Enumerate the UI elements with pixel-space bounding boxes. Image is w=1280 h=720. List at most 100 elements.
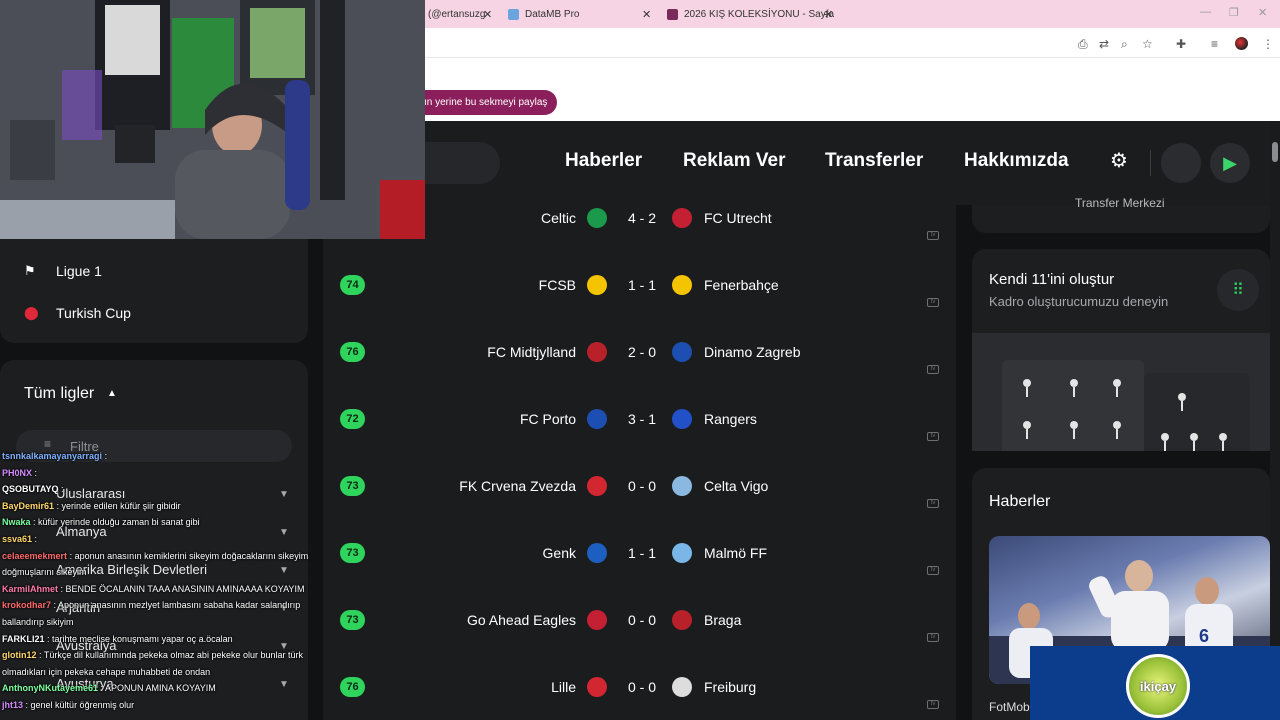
ligue1-icon: ⚑ [24,263,36,278]
tv-icon: tv [927,365,939,374]
caret-up-icon[interactable]: ▲ [107,388,117,399]
all-leagues-toggle[interactable]: Tüm ligler [24,385,94,403]
away-crest-icon [672,543,692,563]
gear-icon[interactable]: ⚙ [1110,148,1128,173]
match-row[interactable]: 76 FC Midtjylland 2 - 0 Dinamo Zagreb tv [323,318,956,385]
chat-separator: : [98,683,106,693]
apple-app-button[interactable] [1161,143,1201,183]
home-team: Go Ahead Eagles [467,612,576,628]
window-close-icon[interactable]: ✕ [1258,6,1267,19]
match-score: 0 - 0 [627,612,656,628]
league-item-ligue1[interactable]: ⚑ Ligue 1 [24,263,102,279]
chat-text: genel kültür öğrenmiş olur [30,700,135,710]
browser-tab[interactable]: 2026 KIŞ KOLEKSİYONU - Sayfa ✕ [667,5,834,23]
media-icon[interactable]: ≡ [1211,37,1218,51]
menu-icon[interactable]: ⋮ [1262,37,1274,51]
minimize-icon[interactable]: — [1200,6,1211,18]
tv-icon: tv [927,231,939,240]
away-team: Braga [704,612,742,628]
away-crest-icon [672,275,692,295]
chat-text: APONUN AMINA KOYAYIM [105,683,216,693]
nav-divider [1150,150,1151,176]
chat-message: FARKLI21 : tarihte meclise konuşmamı yap… [2,634,342,645]
match-score: 0 - 0 [627,478,656,494]
match-row[interactable]: 73 Go Ahead Eagles 0 - 0 Braga tv [323,586,956,653]
scrollbar[interactable] [1270,121,1280,720]
scrollbar-thumb[interactable] [1272,142,1278,162]
tv-icon: tv [927,633,939,642]
browser-tab[interactable]: DataMB Pro ✕ [508,5,651,23]
streamer-webcam-image [0,0,425,239]
chat-message: ssva61 : [2,534,342,545]
chat-username: glotin12 [2,650,37,660]
match-row[interactable]: 74 FCSB 1 - 1 Fenerbahçe tv [323,251,956,318]
chat-separator: : [102,451,108,461]
nav-hakkimizda[interactable]: Hakkımızda [964,150,1069,172]
chat-text: aponun anasının kemiklerini sikeyim doğa… [74,551,309,561]
build-xi-title: Kendi 11'ini oluştur [989,271,1115,288]
bookmark-star-icon[interactable]: ☆ [1142,37,1153,51]
nav-haberler[interactable]: Haberler [565,150,642,172]
logo-text: ikiçay [1139,678,1177,694]
grid-icon[interactable]: ⠿ [1217,269,1259,311]
match-score: 4 - 2 [627,210,656,226]
away-team: Celta Vigo [704,478,769,494]
chat-message: BayDemir61 : yerinde edilen küfür şiir g… [2,501,342,512]
match-row[interactable]: 72 FC Porto 3 - 1 Rangers tv [323,385,956,452]
home-crest-icon [587,677,607,697]
player-icon [1113,421,1121,439]
away-team: Malmö FF [704,545,767,561]
chat-separator: : [23,700,31,710]
ikicay-logo: ikiçay [1126,654,1190,718]
chat-separator: : [30,517,39,527]
match-row[interactable]: 73 Genk 1 - 1 Malmö FF tv [323,519,956,586]
nav-reklam-ver[interactable]: Reklam Ver [683,150,785,172]
google-play-icon: ▶ [1223,152,1237,173]
away-crest-icon [672,409,692,429]
browser-tab[interactable]: (@ertansuzg ✕ [428,5,492,23]
away-crest-icon [672,610,692,630]
chat-message: tsnnkalkamayanyarragi : [2,451,342,462]
match-row[interactable]: 76 Lille 0 - 0 Freiburg tv [323,653,956,720]
restore-icon[interactable]: ❐ [1229,6,1239,19]
chat-username: ssva61 [2,534,33,544]
home-team: Celtic [540,210,576,226]
tab-label: (@ertansuzg [428,8,486,20]
translate-icon[interactable]: ⇄ [1099,37,1109,51]
league-label: Turkish Cup [56,305,131,321]
new-tab-button[interactable]: + [823,6,831,22]
svg-text:6: 6 [1199,626,1209,646]
player-icon [1219,433,1227,451]
chat-username: BayDemir61 [2,501,55,511]
store-favicon-icon [667,8,678,20]
match-row[interactable]: 73 FK Crvena Zvezda 0 - 0 Celta Vigo tv [323,452,956,519]
chat-separator: : [58,484,64,494]
home-team: FC Porto [519,411,576,427]
match-minute-badge: 73 [340,476,365,496]
away-crest-icon [672,677,692,697]
away-crest-icon [672,476,692,496]
chat-separator: : [54,501,62,511]
google-play-button[interactable]: ▶ [1210,143,1250,183]
profile-avatar[interactable] [1235,37,1248,50]
home-crest-icon [587,275,607,295]
chat-message: KarmilAhmet : BENDE ÖCALANIN TAAA ANASIN… [2,584,342,595]
close-tab-icon[interactable]: ✕ [483,8,492,21]
zoom-icon[interactable]: ⌕ [1121,37,1128,52]
install-icon[interactable]: ⎙ [1078,37,1088,52]
away-crest-icon [672,208,692,228]
chat-message: krokodhar7 : Aponun anasının mezlyet lam… [2,600,342,611]
share-tab-button[interactable]: ın yerine bu sekmeyi paylaş [410,90,558,115]
match-score: 2 - 0 [627,344,656,360]
close-tab-icon[interactable]: ✕ [642,8,651,21]
chat-text: ballandırıp sikiyim [2,617,74,627]
chat-separator: : [32,468,38,478]
chat-message: celaeemekmert : aponun anasının kemikler… [2,551,342,562]
league-label: Ligue 1 [56,263,102,279]
chat-text: doğmuşlarını sikeyim [2,567,87,577]
chat-message: olmadıkları için pekeka cehape muhabbeti… [2,667,342,678]
extensions-icon[interactable]: ✚ [1176,37,1186,51]
league-item-turkish-cup[interactable]: ⬤ Turkish Cup [24,305,131,321]
match-minute-badge: 72 [340,409,365,429]
nav-transferler[interactable]: Transferler [825,150,923,172]
